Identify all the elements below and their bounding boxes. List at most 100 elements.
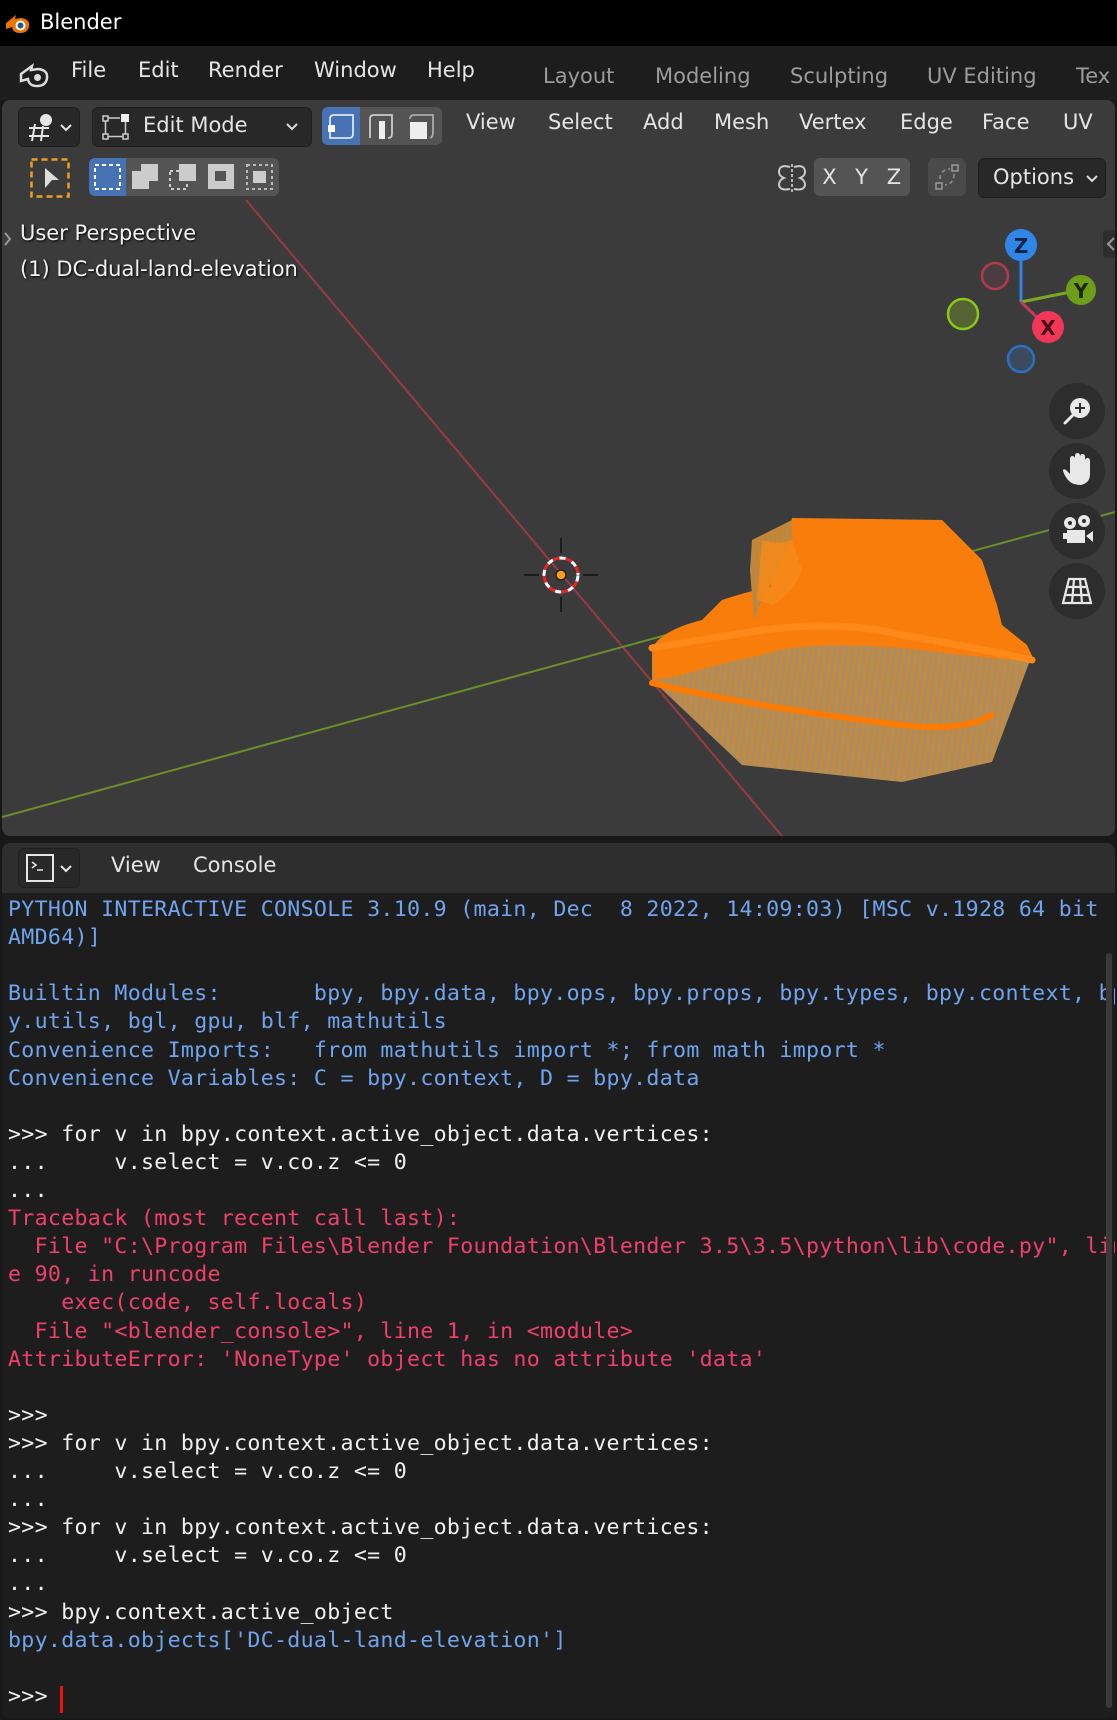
face-select-mode-button[interactable] [402, 107, 442, 145]
console-menu-view[interactable]: View [111, 853, 161, 877]
3d-cursor[interactable] [524, 538, 598, 612]
editor-type-dropdown[interactable] [18, 107, 80, 147]
viewport-menu-select[interactable]: Select [548, 110, 613, 134]
python-console[interactable]: View Console PYTHON INTERACTIVE CONSOLE … [2, 843, 1115, 1718]
edit-mode-icon [102, 114, 129, 140]
console-input-line: >>> for v in bpy.context.active_object.d… [8, 1430, 713, 1456]
console-input-line: >>> [8, 1402, 48, 1428]
console-input-line: >>> for v in bpy.context.active_object.d… [8, 1515, 713, 1541]
select-box-tool-icon [30, 158, 70, 198]
sidebar-expand-tab[interactable] [1103, 230, 1115, 258]
vertex-select-icon [328, 114, 354, 139]
console-input-line: ... v.select = v.co.z <= 0 [8, 1149, 408, 1175]
selection-subtract-button[interactable] [165, 158, 202, 196]
proportional-editing-toggle[interactable] [928, 158, 966, 196]
console-error-line: AttributeError: 'NoneType' object has no… [8, 1346, 767, 1372]
console-input-line: ... [8, 1487, 48, 1513]
console-input-line: >>> bpy.context.active_object [8, 1599, 394, 1625]
blender-menu-icon[interactable] [18, 60, 52, 90]
console-input-line: ... [8, 1571, 48, 1597]
mirror-axes-group: X Y Z [814, 158, 910, 196]
viewport-menu-vertex[interactable]: Vertex [799, 110, 867, 134]
camera-view-button[interactable] [1049, 503, 1105, 559]
object-origin-dot [555, 569, 567, 581]
selection-difference-button[interactable] [203, 158, 240, 196]
navigation-gizmo[interactable]: Z Y X [946, 229, 1096, 374]
viewport-menu-edge[interactable]: Edge [900, 110, 953, 134]
console-error-line: e 90, in runcode [8, 1262, 221, 1288]
menu-window[interactable]: Window [314, 58, 397, 82]
viewport-menu-uv[interactable]: UV [1063, 110, 1093, 134]
console-input-line: ... [8, 1178, 48, 1203]
workspace-tab-texture[interactable]: Tex [1076, 64, 1110, 88]
console-info-line: PYTHON INTERACTIVE CONSOLE 3.10.9 (main,… [8, 897, 1115, 922]
mirror-x-toggle[interactable]: X [814, 158, 845, 196]
pan-view-button[interactable] [1049, 443, 1105, 499]
gizmo-neg-z[interactable] [1006, 344, 1036, 374]
gizmo-neg-x[interactable] [980, 261, 1010, 291]
mode-label: Edit Mode [143, 113, 248, 137]
vertex-select-mode-button[interactable] [322, 107, 360, 145]
window-title: Blender [40, 10, 122, 34]
perspective-grid-icon [1061, 577, 1093, 605]
viewport-menu-view[interactable]: View [466, 110, 516, 134]
zoom-view-button[interactable] [1049, 383, 1105, 439]
mode-dropdown[interactable]: Edit Mode [92, 107, 312, 147]
selection-set-button[interactable] [89, 158, 126, 196]
gizmo-neg-y[interactable] [946, 297, 980, 331]
select-difference-icon [208, 164, 234, 189]
edge-select-mode-button[interactable] [362, 107, 400, 145]
menu-render[interactable]: Render [208, 58, 283, 82]
options-dropdown[interactable]: Options [978, 158, 1106, 198]
proportional-edit-icon [935, 164, 959, 190]
selection-intersect-button[interactable] [241, 158, 279, 196]
pan-hand-icon [1063, 453, 1090, 485]
chevron-left-icon [1106, 237, 1115, 251]
console-error-line: Traceback (most recent call last): [8, 1206, 461, 1232]
edge-select-icon [369, 114, 393, 139]
toolbar-expand-chevron-icon[interactable] [2, 228, 14, 250]
gizmo-x-label: X [1040, 316, 1056, 340]
menu-edit[interactable]: Edit [138, 58, 179, 82]
viewport-menu-face[interactable]: Face [982, 110, 1030, 134]
chevron-down-icon [1086, 175, 1098, 183]
workspace-tab-layout[interactable]: Layout [543, 64, 614, 88]
mirror-y-toggle[interactable]: Y [846, 158, 877, 196]
viewport-scene[interactable]: Z Y X [2, 100, 1115, 836]
viewport-menu-mesh[interactable]: Mesh [714, 110, 769, 134]
console-output-line: bpy.data.objects['DC-dual-land-elevation… [8, 1627, 567, 1653]
text-cursor [60, 1685, 63, 1713]
mesh-object[interactable] [648, 518, 1036, 782]
console-header: View Console [2, 843, 1115, 893]
3d-viewport[interactable]: Z Y X Edit Mode View Select Add Mesh Ver… [2, 100, 1115, 836]
console-info-line: Convenience Imports: from mathutils impo… [8, 1037, 886, 1063]
mirror-z-toggle[interactable]: Z [878, 158, 910, 196]
console-icon [26, 854, 72, 882]
workspace-tab-modeling[interactable]: Modeling [655, 64, 751, 88]
select-set-icon [94, 164, 121, 190]
console-menu-console[interactable]: Console [193, 853, 276, 877]
console-input-line: ... v.select = v.co.z <= 0 [8, 1459, 408, 1484]
console-error-line: exec(code, self.locals) [8, 1290, 368, 1316]
3d-viewport-icon [29, 114, 72, 142]
console-input-line: ... v.select = v.co.z <= 0 [8, 1543, 408, 1569]
chevron-down-icon [286, 123, 298, 131]
select-mode-group [322, 107, 442, 145]
viewport-menu-add[interactable]: Add [643, 110, 684, 134]
mirror-butterfly-icon [777, 164, 807, 192]
workspace-tab-uv-editing[interactable]: UV Editing [927, 64, 1037, 88]
active-object-label: (1) DC-dual-land-elevation [20, 257, 298, 281]
menu-help[interactable]: Help [427, 58, 475, 82]
gizmo-z-label: Z [1014, 234, 1029, 258]
selection-extend-button[interactable] [127, 158, 164, 196]
select-box-tool-button[interactable] [30, 158, 70, 198]
toggle-perspective-button[interactable] [1049, 563, 1105, 619]
selection-operation-group [89, 158, 279, 196]
console-scrollbar[interactable] [1106, 953, 1112, 1708]
camera-icon [1063, 515, 1093, 543]
workspace-tab-sculpting[interactable]: Sculpting [790, 64, 888, 88]
view-name-label: User Perspective [20, 221, 197, 245]
console-error-line: File "<blender_console>", line 1, in <mo… [8, 1318, 634, 1344]
console-editor-type-dropdown[interactable] [18, 848, 80, 888]
menu-file[interactable]: File [71, 58, 106, 82]
